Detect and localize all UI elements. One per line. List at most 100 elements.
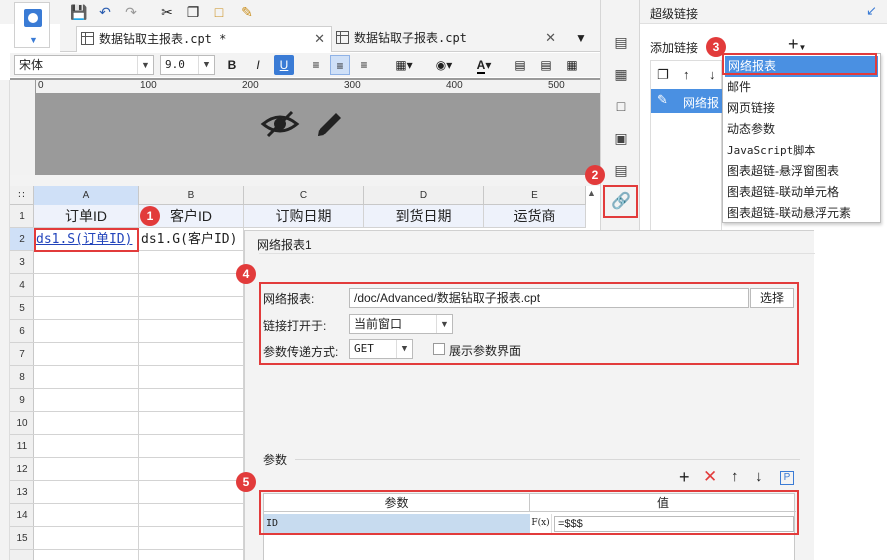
highlight-box <box>603 185 638 218</box>
row-header[interactable]: 4 <box>10 274 34 297</box>
column-header-d[interactable]: D <box>364 186 484 205</box>
font-name-select[interactable]: 宋体 ▼ <box>14 55 154 75</box>
menu-item-chart-cell[interactable]: 图表超链-联动单元格 <box>727 182 839 203</box>
row-header[interactable]: 6 <box>10 320 34 343</box>
menu-item-javascript[interactable]: JavaScript脚本 <box>727 140 815 161</box>
condition-icon[interactable]: ▣ <box>611 128 631 148</box>
paste-icon[interactable]: □ <box>210 3 228 21</box>
font-name-value: 宋体 <box>19 58 44 72</box>
save-icon[interactable]: 💾 <box>70 3 88 21</box>
widget-settings-icon[interactable]: □ <box>611 96 631 116</box>
app-logo-icon[interactable]: ▼ <box>14 2 50 48</box>
empty-cells[interactable] <box>34 251 244 560</box>
chevron-down-icon: ▼ <box>198 56 214 74</box>
cell-c1[interactable]: 订购日期 <box>244 205 364 228</box>
menu-item-dynamic-param[interactable]: 动态参数 <box>727 119 775 140</box>
column-header-bar: ∷ A B C D E <box>10 186 586 205</box>
column-header-c[interactable]: C <box>244 186 364 205</box>
align-center-icon[interactable]: ≡ <box>330 55 350 75</box>
row-header[interactable]: 15 <box>10 527 34 550</box>
menu-item-email[interactable]: 邮件 <box>727 77 751 98</box>
tab-main-report[interactable]: 数据钻取主报表.cpt * ✕ <box>76 26 332 52</box>
ruler-tick: 400 <box>446 80 463 91</box>
align-left-icon[interactable]: ≡ <box>306 55 326 75</box>
add-link-button[interactable]: +▼ <box>788 34 806 55</box>
row-header[interactable]: 14 <box>10 504 34 527</box>
link-list: ❐ ↑ ↓ ✎ 网络报 <box>650 60 723 232</box>
add-link-menu: 网络报表 邮件 网页链接 动态参数 JavaScript脚本 图表超链-悬浮窗图… <box>722 53 881 223</box>
freeze-icon[interactable]: ▦ <box>562 55 582 75</box>
close-icon[interactable]: ✕ <box>314 27 325 51</box>
copy-icon[interactable]: ❐ <box>184 3 202 21</box>
tab-label: 数据钻取主报表.cpt * <box>99 32 227 46</box>
row-header[interactable]: 8 <box>10 366 34 389</box>
align-right-icon[interactable]: ≡ <box>354 55 374 75</box>
row-header[interactable]: 10 <box>10 412 34 435</box>
menu-item-chart-float[interactable]: 图表超链-悬浮窗图表 <box>727 161 839 182</box>
row-header[interactable]: 2 <box>10 228 34 251</box>
row-header[interactable]: 12 <box>10 458 34 481</box>
cell-d1[interactable]: 到货日期 <box>364 205 484 228</box>
format-brush-icon[interactable]: ✎ <box>238 3 256 21</box>
delete-param-icon[interactable]: ✕ <box>703 467 717 487</box>
edit-pencil-icon[interactable] <box>312 108 346 142</box>
cell-b2[interactable]: ds1.G(客户ID) <box>139 228 244 251</box>
font-color-button[interactable]: A▾ <box>466 55 502 75</box>
row-header[interactable]: 9 <box>10 389 34 412</box>
cut-icon[interactable]: ✂ <box>158 3 176 21</box>
select-all-icon[interactable]: ∷ <box>10 186 34 205</box>
arrow-down-icon[interactable]: ↓ <box>755 468 763 485</box>
cell-element-icon[interactable]: ▤ <box>611 32 631 52</box>
divider <box>295 459 800 460</box>
undo-icon[interactable]: ↶ <box>96 3 114 21</box>
unmerge-cells-icon[interactable]: ▤ <box>536 55 556 75</box>
add-param-icon[interactable]: + <box>679 467 690 488</box>
param-p-icon[interactable]: P <box>780 471 794 485</box>
bold-button[interactable]: B <box>222 55 242 75</box>
tab-menu-icon[interactable]: ▼ <box>572 29 590 47</box>
arrow-down-icon[interactable]: ↓ <box>709 67 716 82</box>
row-header[interactable]: 3 <box>10 251 34 274</box>
row-header[interactable]: 13 <box>10 481 34 504</box>
cell-a1[interactable]: 订单ID <box>34 205 139 228</box>
border-icon[interactable]: ▦▾ <box>386 55 422 75</box>
horizontal-ruler: 0 100 200 300 400 500 <box>36 80 600 94</box>
row-header[interactable]: 11 <box>10 435 34 458</box>
fill-color-icon[interactable]: ◉▾ <box>426 55 462 75</box>
column-header-e[interactable]: E <box>484 186 586 205</box>
add-icon: + <box>788 34 799 54</box>
tab-sub-report[interactable]: 数据钻取子报表.cpt ✕ <box>332 26 562 52</box>
hide-preview-icon[interactable] <box>260 108 300 140</box>
panel-header: 超级链接 ↙ <box>640 0 887 24</box>
merge-cells-icon[interactable]: ▤ <box>510 55 530 75</box>
menu-item-chart-float-element[interactable]: 图表超链-联动悬浮元素 <box>727 203 851 224</box>
arrow-up-icon[interactable]: ↑ <box>683 67 690 82</box>
underline-button[interactable]: U <box>274 55 294 75</box>
menu-item-web[interactable]: 网页链接 <box>727 98 775 119</box>
close-icon[interactable]: ✕ <box>545 26 556 50</box>
edit-pencil-icon: ✎ <box>657 92 668 107</box>
font-size-value: 9.0 <box>165 58 185 71</box>
data-column-icon[interactable]: ▤ <box>611 160 631 180</box>
callout-badge: 2 <box>585 165 605 185</box>
row-header[interactable]: 5 <box>10 297 34 320</box>
link-name: 网络报表1 <box>257 238 312 252</box>
arrow-up-icon[interactable]: ↑ <box>731 468 739 485</box>
redo-icon[interactable]: ↷ <box>122 3 140 21</box>
ruler-tick: 0 <box>38 80 44 91</box>
font-size-select[interactable]: 9.0 ▼ <box>160 55 215 75</box>
collapse-icon[interactable]: ↙ <box>866 3 877 19</box>
column-header-a[interactable]: A <box>34 186 139 205</box>
row-header[interactable]: 7 <box>10 343 34 366</box>
column-header-b[interactable]: B <box>139 186 244 205</box>
cell-e1[interactable]: 运货商 <box>484 205 586 228</box>
format-bar: 宋体 ▼ 9.0 ▼ B I U ≡ ≡ ≡ ▦▾ ◉▾ A▾ ▤ ▤ ▦ <box>10 53 600 77</box>
scroll-up-icon[interactable]: ▲ <box>587 188 596 198</box>
row-header[interactable]: 1 <box>10 205 34 228</box>
link-list-item[interactable]: ✎ 网络报 <box>651 89 723 113</box>
splitter[interactable] <box>10 175 600 186</box>
copy-link-icon[interactable]: ❐ <box>657 67 669 83</box>
report-file-icon <box>81 32 94 45</box>
italic-button[interactable]: I <box>248 55 268 75</box>
cell-attribute-icon[interactable]: ▦ <box>611 64 631 84</box>
